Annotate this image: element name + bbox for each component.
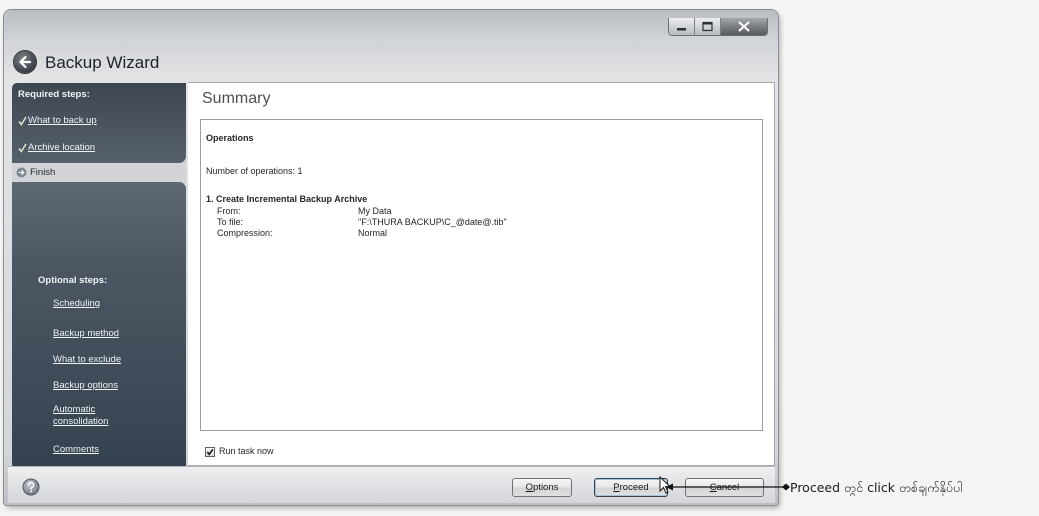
backup-wizard-window: Backup Wizard Required steps: What to ba… [4,10,778,505]
sidebar-item-scheduling[interactable]: Scheduling [53,298,100,309]
detail-value-to-file: "F:\THURA BACKUP\C_@date@.tib" [358,217,507,227]
detail-key-compression: Compression: [217,228,273,238]
proceed-button[interactable]: Proceed [594,478,668,497]
current-step-arrow-icon [16,167,27,178]
operation-title: 1. Create Incremental Backup Archive [206,194,368,204]
sidebar-item-label: Finish [30,167,56,178]
required-steps-heading: Required steps: [18,89,90,100]
sidebar-item-finish[interactable]: Finish [12,163,186,182]
sidebar-item-what-to-back-up[interactable]: What to back up [28,115,97,126]
back-arrow-icon [19,55,32,69]
caption-buttons [668,18,768,36]
detail-value-compression: Normal [358,228,388,238]
sidebar-item-comments[interactable]: Comments [53,444,99,455]
proceed-button-label: Proceed [613,482,649,493]
annotation-text: Proceed တွင် click တစ်ချက်နှိပ်ပါ [790,480,963,495]
summary-box[interactable]: Operations Number of operations: 1 1. Cr… [200,119,763,431]
sidebar-item-what-to-exclude[interactable]: What to exclude [53,354,121,365]
minimize-icon [677,28,686,31]
minimize-button[interactable] [669,18,695,35]
run-task-now-checkbox[interactable] [205,447,215,457]
detail-value-from: My Data [358,206,392,216]
close-icon [738,21,750,32]
options-button-label: Options [525,482,559,493]
operations-count: Number of operations: 1 [206,166,303,176]
wizard-steps-sidebar: Required steps: What to back up Archive … [12,83,186,469]
checkmark-icon [18,116,27,126]
close-button[interactable] [721,18,767,35]
main-content: Summary Operations Number of operations:… [188,82,775,466]
checkbox-check-icon [206,448,214,456]
maximize-button[interactable] [695,18,721,35]
maximize-icon [702,21,713,32]
sidebar-item-backup-options[interactable]: Backup options [53,380,118,391]
page-title: Summary [202,90,271,107]
detail-key-from: From: [217,206,241,216]
detail-key-to-file: To file: [217,217,244,227]
sidebar-item-automatic-consolidation[interactable]: Automatic consolidation [53,404,125,428]
annotation-arrow-icon [666,483,790,491]
run-task-now-label[interactable]: Run task now [219,446,274,457]
sidebar-item-archive-location[interactable]: Archive location [28,142,95,153]
back-button[interactable] [14,51,36,73]
checkmark-icon [18,143,27,153]
optional-steps-heading: Optional steps: [38,275,108,286]
help-icon[interactable] [22,478,40,496]
window-title: Backup Wizard [45,53,160,72]
sidebar-item-backup-method[interactable]: Backup method [53,328,119,339]
operations-title: Operations [206,133,254,143]
options-button[interactable]: Options [512,478,572,497]
